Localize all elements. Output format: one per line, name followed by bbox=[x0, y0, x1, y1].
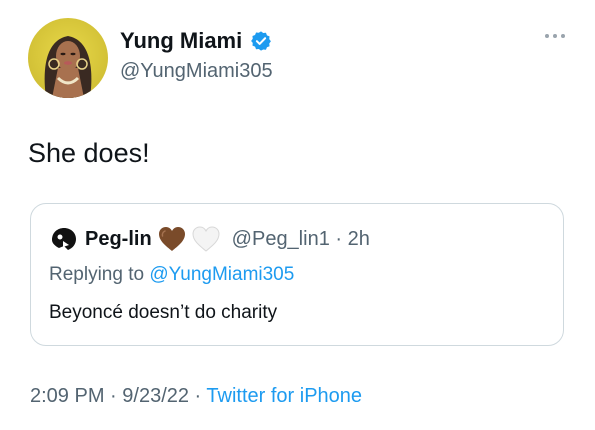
quoted-tweet-text: Beyoncé doesn’t do charity bbox=[49, 302, 278, 323]
tweet-card: Yung Miami @YungMiami305 She does! Peg-l… bbox=[0, 0, 595, 430]
author-display-name[interactable]: Yung Miami bbox=[120, 28, 242, 54]
verified-badge-icon bbox=[250, 30, 272, 52]
replying-to-mention-link[interactable]: @YungMiami305 bbox=[149, 264, 294, 285]
quoted-author-handle-time[interactable]: @Peg_lin1 · 2h bbox=[232, 228, 370, 251]
brown-heart-icon bbox=[158, 226, 186, 252]
tweet-time[interactable]: 2:09 PM bbox=[30, 385, 104, 407]
quoted-author-name[interactable]: Peg-lin bbox=[85, 228, 152, 251]
more-options-icon[interactable] bbox=[545, 34, 565, 38]
replying-to-line: Replying to @YungMiami305 bbox=[49, 264, 294, 286]
avatar-photo-icon bbox=[44, 36, 92, 98]
author-handle[interactable]: @YungMiami305 bbox=[120, 60, 273, 83]
replying-to-label: Replying to bbox=[49, 264, 150, 285]
meta-separator: · bbox=[104, 385, 123, 407]
meta-separator: · bbox=[189, 385, 207, 407]
author-name-row: Yung Miami bbox=[120, 28, 272, 54]
quoted-author-avatar[interactable] bbox=[49, 224, 79, 254]
tweet-date[interactable]: 9/23/22 bbox=[122, 385, 189, 407]
tweet-metadata: 2:09 PM · 9/23/22 · Twitter for iPhone bbox=[30, 385, 362, 408]
white-heart-icon bbox=[192, 226, 220, 252]
author-avatar[interactable] bbox=[28, 18, 108, 98]
tweet-text: She does! bbox=[28, 138, 150, 168]
quoted-tweet[interactable]: Peg-lin @Peg_lin1 · 2h Replying to @Yung… bbox=[30, 203, 564, 346]
quoted-tweet-header: Peg-lin @Peg_lin1 · 2h bbox=[49, 224, 370, 254]
tweet-source-link[interactable]: Twitter for iPhone bbox=[206, 385, 362, 407]
